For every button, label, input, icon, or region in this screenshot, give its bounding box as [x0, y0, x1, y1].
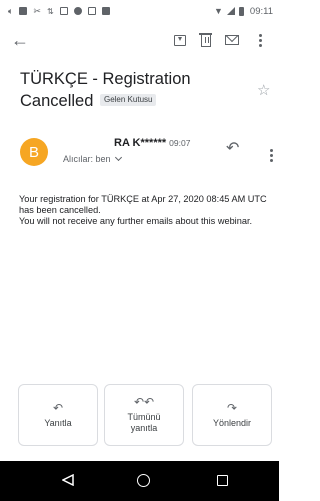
reply-icon: ↶	[226, 140, 240, 157]
back-button[interactable]: ←	[8, 28, 32, 52]
status-icons-right: ▼ 09:11	[214, 6, 273, 17]
star-icon: ☆	[257, 82, 271, 99]
recipients-toggle[interactable]: Alıcılar: ben	[63, 153, 122, 164]
gallery-icon	[87, 7, 96, 15]
opera-icon	[73, 7, 82, 15]
more-options-button[interactable]	[252, 28, 268, 52]
sender-info[interactable]: RA K****** 09:07	[114, 137, 190, 149]
email-body: Your registration for TÜRKÇE at Apr 27, …	[19, 194, 269, 227]
wifi-icon: ▼	[214, 6, 223, 16]
star-button[interactable]: ☆	[257, 81, 270, 99]
signal-icon	[226, 7, 235, 15]
forward-button[interactable]: ↷ Yönlendir	[192, 384, 272, 446]
sound-icon: 🔈︎	[8, 5, 14, 16]
mark-unread-button[interactable]	[220, 28, 244, 52]
reply-icon-button[interactable]: ↶	[226, 138, 239, 158]
reply-icon: ↶	[52, 400, 64, 415]
reply-all-label: Tümünü yanıtla	[127, 412, 161, 433]
message-icon	[101, 7, 110, 15]
reply-all-button[interactable]: ↶↶ Tümünü yanıtla	[104, 384, 184, 446]
nav-back-button[interactable]	[62, 474, 74, 486]
status-bar: 🔈︎ ✂︎ ⇅ ▼ 09:11	[0, 0, 279, 22]
navigation-bar	[0, 461, 279, 501]
sender-avatar[interactable]: B	[20, 138, 48, 166]
envelope-icon	[225, 35, 239, 45]
share-icon: ✂︎	[33, 5, 41, 16]
inbox-label[interactable]: Gelen Kutusu	[99, 93, 157, 106]
back-triangle-icon	[62, 474, 74, 486]
more-vert-icon	[269, 148, 273, 162]
archive-icon	[174, 34, 186, 46]
recipients-text: Alıcılar: ben	[63, 154, 111, 164]
message-more-button[interactable]	[259, 143, 283, 167]
body-line: You will not receive any further emails …	[19, 216, 253, 226]
status-time: 09:11	[249, 5, 273, 17]
status-icons-left: 🔈︎ ✂︎ ⇅	[8, 6, 110, 17]
nav-home-button[interactable]	[137, 474, 150, 487]
delete-button[interactable]	[194, 28, 218, 52]
battery-icon	[238, 6, 244, 16]
reply-label: Yanıtla	[44, 417, 72, 428]
chevron-down-icon	[114, 153, 122, 162]
sender-name: RA K******	[114, 137, 167, 149]
archive-button[interactable]	[168, 28, 192, 52]
facebook-icon	[19, 7, 28, 15]
more-vert-icon	[258, 33, 262, 47]
image-icon	[59, 7, 68, 15]
nav-recents-button[interactable]	[217, 475, 228, 486]
reply-button[interactable]: ↶ Yanıtla	[18, 384, 98, 446]
arrow-left-icon: ←	[11, 29, 29, 50]
body-line: Your registration for TÜRKÇE at Apr 27, …	[19, 194, 267, 215]
network-icon: ⇅	[46, 6, 54, 16]
reply-all-icon: ↶↶	[133, 395, 155, 409]
email-subject: TÜRKÇE - Registration Cancelled Gelen Ku…	[20, 68, 240, 112]
forward-label: Yönlendir	[212, 417, 252, 428]
avatar-initial: B	[28, 143, 39, 161]
trash-icon	[199, 33, 212, 47]
email-time: 09:07	[169, 138, 191, 148]
forward-icon: ↷	[226, 400, 238, 415]
toolbar: ←	[0, 24, 279, 56]
